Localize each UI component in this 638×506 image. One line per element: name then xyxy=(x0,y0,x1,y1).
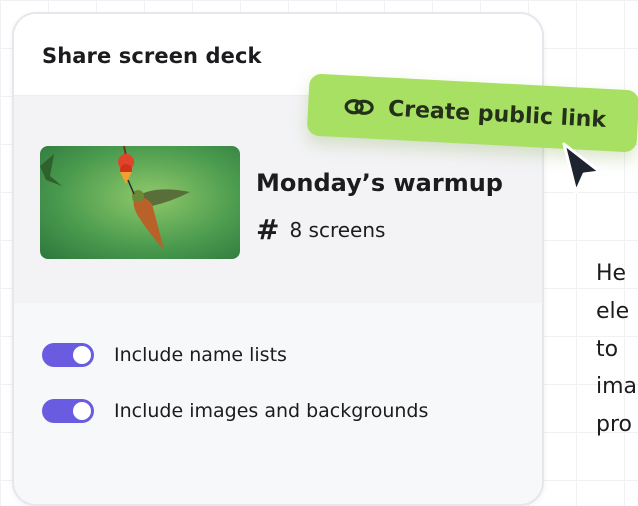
images-toggle[interactable] xyxy=(42,399,94,423)
side-paragraph: He ele to ima pro xyxy=(596,255,637,444)
images-label: Include images and backgrounds xyxy=(114,400,429,422)
side-line: He xyxy=(596,261,627,286)
name-lists-toggle[interactable] xyxy=(42,343,94,367)
side-line: pro xyxy=(596,412,632,438)
name-lists-label: Include name lists xyxy=(114,344,287,366)
panel-title: Share screen deck xyxy=(42,44,262,68)
side-line: ima xyxy=(596,374,638,400)
hash-icon: # xyxy=(256,213,280,246)
deck-thumbnail xyxy=(40,146,240,259)
screen-count-label: 8 screens xyxy=(289,218,386,242)
create-public-link-label: Create public link xyxy=(387,96,607,133)
hummingbird-image xyxy=(40,146,240,259)
side-line: ele xyxy=(596,298,630,324)
screen-count: # 8 screens xyxy=(256,216,385,244)
share-options: Include name lists Include images and ba… xyxy=(14,303,542,504)
cursor-pointer-icon xyxy=(562,142,602,194)
option-include-images[interactable]: Include images and backgrounds xyxy=(42,399,428,423)
deck-title: Monday’s warmup xyxy=(256,169,503,197)
option-include-name-lists[interactable]: Include name lists xyxy=(42,343,287,367)
toggle-knob xyxy=(73,402,91,420)
side-line: to xyxy=(596,336,619,362)
link-icon xyxy=(344,99,374,115)
toggle-knob xyxy=(73,346,91,364)
